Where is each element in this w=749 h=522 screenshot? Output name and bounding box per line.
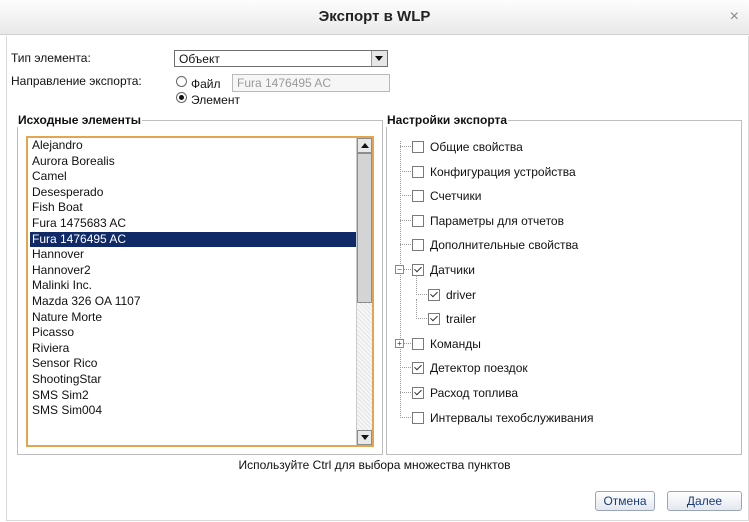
tree-connector <box>416 299 417 319</box>
direction-file-radio[interactable] <box>176 76 187 87</box>
tree-node-checkbox[interactable] <box>428 313 440 325</box>
multi-select-hint: Используйте Ctrl для выбора множества пу… <box>238 458 511 472</box>
list-item[interactable]: ShootingStar <box>30 372 356 388</box>
direction-file-label: Файл <box>191 77 221 91</box>
tree-connector <box>400 146 411 147</box>
tree-node-label: Конфигурация устройства <box>430 165 576 179</box>
file-name-field[interactable]: Fura 1476495 AC <box>232 74 390 92</box>
list-item[interactable]: Hannover <box>30 247 356 263</box>
list-item[interactable]: Camel <box>30 169 356 185</box>
tree-node-label: Дополнительные свойства <box>430 238 579 252</box>
list-item[interactable]: Fura 1475683 AC <box>30 216 356 232</box>
tree-connector <box>416 294 427 295</box>
scroll-thumb[interactable] <box>357 153 372 303</box>
tree-connector <box>400 141 401 418</box>
close-icon[interactable]: × <box>730 9 739 25</box>
tree-connector <box>400 220 411 221</box>
tree-node-checkbox[interactable] <box>412 362 424 374</box>
direction-element-label: Элемент <box>191 93 240 107</box>
tree-node-label: Детектор поездок <box>430 361 528 375</box>
scroll-down-icon[interactable] <box>357 430 372 445</box>
tree-node-checkbox[interactable] <box>412 215 424 227</box>
tree-node-label: Расход топлива <box>430 386 519 400</box>
list-item[interactable]: Alejandro <box>30 138 356 154</box>
next-button[interactable]: Далее <box>667 491 742 511</box>
tree-node-checkbox[interactable] <box>412 166 424 178</box>
tree-node-checkbox[interactable] <box>412 387 424 399</box>
tree-node-checkbox[interactable] <box>412 141 424 153</box>
list-item[interactable]: SMS Sim2 <box>30 388 356 404</box>
tree-node-label: Счетчики <box>430 189 482 203</box>
element-type-select[interactable]: Объект <box>174 50 388 67</box>
tree-connector <box>400 367 411 368</box>
tree-node-label: driver <box>446 288 477 302</box>
tree-node-checkbox[interactable] <box>412 264 424 276</box>
tree-node-checkbox[interactable] <box>428 289 440 301</box>
collapse-icon[interactable]: − <box>395 265 404 274</box>
list-item[interactable]: Hannover2 <box>30 263 356 279</box>
tree-connector <box>416 275 417 295</box>
tree-node-checkbox[interactable] <box>412 190 424 202</box>
tree-node-label: Датчики <box>430 263 475 277</box>
tree-connector <box>400 171 411 172</box>
tree-connector <box>400 417 411 418</box>
expand-icon[interactable]: + <box>395 339 404 348</box>
tree-node-checkbox[interactable] <box>412 412 424 424</box>
list-item[interactable]: Sensor Rico <box>30 356 356 372</box>
tree-node-checkbox[interactable] <box>412 338 424 350</box>
tree-node-label: Общие свойства <box>430 140 523 154</box>
list-item[interactable]: SMS Sim004 <box>30 403 356 419</box>
list-item[interactable]: Riviera <box>30 341 356 357</box>
dialog-title: Экспорт в WLP <box>318 8 431 25</box>
tree-node-label: Команды <box>430 337 481 351</box>
list-item[interactable]: Mazda 326 OA 1107 <box>30 294 356 310</box>
source-elements-listbox[interactable]: Alejandro Aurora Borealis Camel Desesperado… <box>26 136 374 447</box>
cancel-button[interactable]: Отмена <box>595 491 655 511</box>
tree-connector <box>400 195 411 196</box>
list-item[interactable]: Aurora Borealis <box>30 154 356 170</box>
element-type-value: Объект <box>179 52 220 66</box>
export-settings-legend: Настройки экспорта <box>387 113 508 127</box>
tree-node-label: Параметры для отчетов <box>430 214 564 228</box>
export-direction-label: Направление экспорта: <box>11 74 142 88</box>
tree-node-checkbox[interactable] <box>412 239 424 251</box>
dialog-titlebar: Экспорт в WLP × <box>0 0 749 35</box>
chevron-down-icon[interactable] <box>371 51 387 66</box>
list-item[interactable]: Fura 1476495 AC <box>30 231 356 248</box>
list-item[interactable]: Malinki Inc. <box>30 278 356 294</box>
tree-connector <box>400 392 411 393</box>
list-scrollbar[interactable] <box>356 138 372 445</box>
tree-node-label: trailer <box>446 312 477 326</box>
tree-connector <box>416 318 427 319</box>
list-item[interactable]: Nature Morte <box>30 310 356 326</box>
direction-element-radio[interactable] <box>176 92 187 103</box>
export-wlp-dialog: Экспорт в WLP × Тип элемента: Объект Нап… <box>0 0 749 522</box>
tree-node-label: Интервалы техобслуживания <box>430 411 594 425</box>
source-elements-legend: Исходные элементы <box>18 113 142 127</box>
element-type-label: Тип элемента: <box>11 51 91 65</box>
list-item[interactable]: Desesperado <box>30 185 356 201</box>
list-item[interactable]: Fish Boat <box>30 200 356 216</box>
source-elements-list: Alejandro Aurora Borealis Camel Desesperado… <box>30 138 356 419</box>
scroll-up-icon[interactable] <box>357 138 372 153</box>
tree-connector <box>400 244 411 245</box>
list-item[interactable]: Picasso <box>30 325 356 341</box>
